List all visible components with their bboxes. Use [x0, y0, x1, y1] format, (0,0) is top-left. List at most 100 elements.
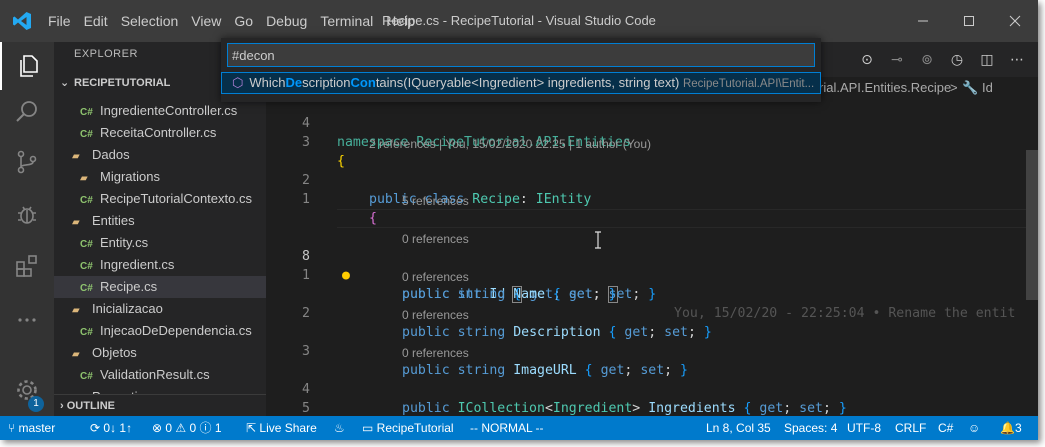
- tree-file[interactable]: C# InjecaoDeDependencia.cs: [54, 320, 266, 342]
- result-rest: tains(IQueryable<Ingredient> ingredients…: [375, 75, 680, 90]
- feedback-icon[interactable]: ☺: [968, 416, 980, 440]
- search-icon: [16, 101, 37, 122]
- problems-status[interactable]: ⊗ 0 ⚠ 0 ⓘ 1: [152, 416, 222, 440]
- code-line: 2 public string Description { get; set; …: [266, 285, 1026, 340]
- tree-item-label: Inicializacao: [92, 301, 163, 316]
- window-controls: [900, 0, 1038, 42]
- vscode-window: File Edit Selection View Go Debug Termin…: [0, 0, 1038, 440]
- code-line: 3 public string ImageURL { get; set; }: [266, 323, 1026, 378]
- tree-item-label: Ingredient.cs: [100, 257, 175, 272]
- live-share-icon: ⇱: [246, 421, 260, 435]
- flame-icon[interactable]: ♨: [334, 416, 345, 440]
- files-icon: [20, 55, 38, 77]
- tree-folder[interactable]: ▰ Inicializacao: [54, 298, 266, 320]
- quick-open-input[interactable]: [227, 43, 815, 67]
- debug-icon: [18, 206, 36, 224]
- more-activity[interactable]: [0, 296, 54, 344]
- git-commit-icon[interactable]: ⊸: [882, 51, 912, 68]
- code-line: 5 }: [266, 380, 1026, 416]
- debug-activity[interactable]: [0, 190, 54, 238]
- tree-file[interactable]: C# Entity.cs: [54, 232, 266, 254]
- close-button[interactable]: [992, 0, 1038, 42]
- close-icon: [1009, 15, 1021, 27]
- folder-icon: ▰: [72, 217, 80, 228]
- line-endings[interactable]: CRLF: [895, 416, 926, 440]
- language-mode[interactable]: C#: [938, 416, 953, 440]
- tree-file[interactable]: C# RecipeTutorialContexto.cs: [54, 188, 266, 210]
- sync-counts: 0↓ 1↑: [103, 421, 133, 435]
- minimize-button[interactable]: [900, 0, 946, 42]
- folder-icon: ▭: [362, 421, 377, 435]
- search-activity[interactable]: [0, 88, 54, 136]
- branch-status[interactable]: ⑂ master: [8, 416, 55, 440]
- menu-edit[interactable]: Edit: [78, 13, 114, 29]
- tree-file[interactable]: C# Recipe.cs: [54, 276, 266, 298]
- tree-item-label: ValidationResult.cs: [100, 367, 210, 382]
- project-status[interactable]: ▭ RecipeTutorial: [362, 416, 454, 440]
- cursor-position[interactable]: Ln 8, Col 35: [706, 416, 771, 440]
- encoding[interactable]: UTF-8: [847, 416, 881, 440]
- source-control-icon: [17, 150, 37, 174]
- outline-label: OUTLINE: [66, 400, 116, 412]
- result-description: RecipeTutorial.API\Entit...: [682, 78, 815, 90]
- workspace-name: RECIPETUTORIAL: [74, 77, 171, 89]
- code-line: 2 public class Recipe: IEntity: [266, 152, 1026, 207]
- manage-activity[interactable]: 1: [0, 366, 54, 414]
- ellipsis-icon: [18, 318, 36, 322]
- tree-folder[interactable]: ▰ Dados: [54, 144, 266, 166]
- result-mid: scription: [302, 75, 351, 90]
- indentation[interactable]: Spaces: 4: [784, 416, 837, 440]
- menu-selection[interactable]: Selection: [115, 13, 185, 29]
- current-code-line: 8 ● public int Id { get; set; } You, 15/…: [266, 209, 1027, 321]
- tree-item-label: ReceitaController.cs: [100, 125, 217, 140]
- tree-folder[interactable]: ▰ Migrations: [54, 166, 266, 188]
- result-prefix: Which: [249, 75, 286, 90]
- chevron-down-icon: ⌄: [60, 77, 70, 89]
- csharp-file-icon: C#: [80, 239, 93, 250]
- quick-open-result[interactable]: ⬡ WhichDescriptionContains(IQueryable<Ing…: [221, 72, 821, 94]
- code-line: 3 {: [266, 114, 1026, 169]
- result-match-2: Con: [350, 75, 376, 90]
- timeline-icon[interactable]: ◷: [942, 51, 972, 68]
- branch-name: master: [18, 421, 56, 435]
- menu-file[interactable]: File: [42, 13, 77, 29]
- minimize-icon: [918, 20, 928, 22]
- menu-go[interactable]: Go: [228, 13, 259, 29]
- notifications-count: 3: [1014, 421, 1022, 435]
- tree-item-label: Entity.cs: [100, 235, 149, 250]
- more-actions-icon[interactable]: ⋯: [1002, 51, 1032, 68]
- extensions-activity[interactable]: [0, 242, 54, 290]
- editor-scrollbar[interactable]: [1026, 150, 1038, 300]
- menu-view[interactable]: View: [185, 13, 227, 29]
- line-number: 1: [302, 192, 310, 207]
- tree-item-label: Entities: [92, 213, 135, 228]
- tree-file[interactable]: C# IngredienteController.cs: [54, 100, 266, 122]
- text-cursor-icon: [595, 231, 601, 249]
- sync-status[interactable]: ⟳ 0↓ 1↑: [90, 416, 132, 440]
- menu-debug[interactable]: Debug: [260, 13, 313, 29]
- maximize-icon: [964, 16, 974, 26]
- tree-item-label: Migrations: [100, 169, 160, 184]
- navigate-forward-icon[interactable]: ⊚: [912, 51, 942, 68]
- live-share-status[interactable]: ⇱ Live Share: [246, 416, 317, 440]
- outline-section-header[interactable]: › OUTLINE: [54, 394, 266, 416]
- lightbulb-icon[interactable]: ●: [342, 266, 350, 285]
- tree-folder[interactable]: ▰ Objetos: [54, 342, 266, 364]
- navigate-back-icon[interactable]: ⊙: [852, 51, 882, 68]
- folder-icon: ▰: [72, 305, 80, 316]
- method-symbol-icon: ⬡: [232, 75, 244, 90]
- menu-terminal[interactable]: Terminal: [314, 13, 379, 29]
- menu-help[interactable]: Help: [380, 13, 421, 29]
- maximize-button[interactable]: [946, 0, 992, 42]
- current-line-highlight: [337, 209, 1027, 228]
- notifications-status[interactable]: 🔔3: [1000, 416, 1022, 440]
- explorer-activity[interactable]: [0, 42, 54, 90]
- tree-file[interactable]: C# ValidationResult.cs: [54, 364, 266, 386]
- tree-file[interactable]: C# Ingredient.cs: [54, 254, 266, 276]
- tree-item-label: Recipe.cs: [100, 279, 158, 294]
- split-editor-icon[interactable]: ◫: [972, 51, 1002, 68]
- source-control-activity[interactable]: [0, 138, 54, 186]
- tree-file[interactable]: C# ReceitaController.cs: [54, 122, 266, 144]
- editor-actions: ⊙ ⊸ ⊚ ◷ ◫ ⋯: [852, 42, 1032, 77]
- tree-folder[interactable]: ▰ Entities: [54, 210, 266, 232]
